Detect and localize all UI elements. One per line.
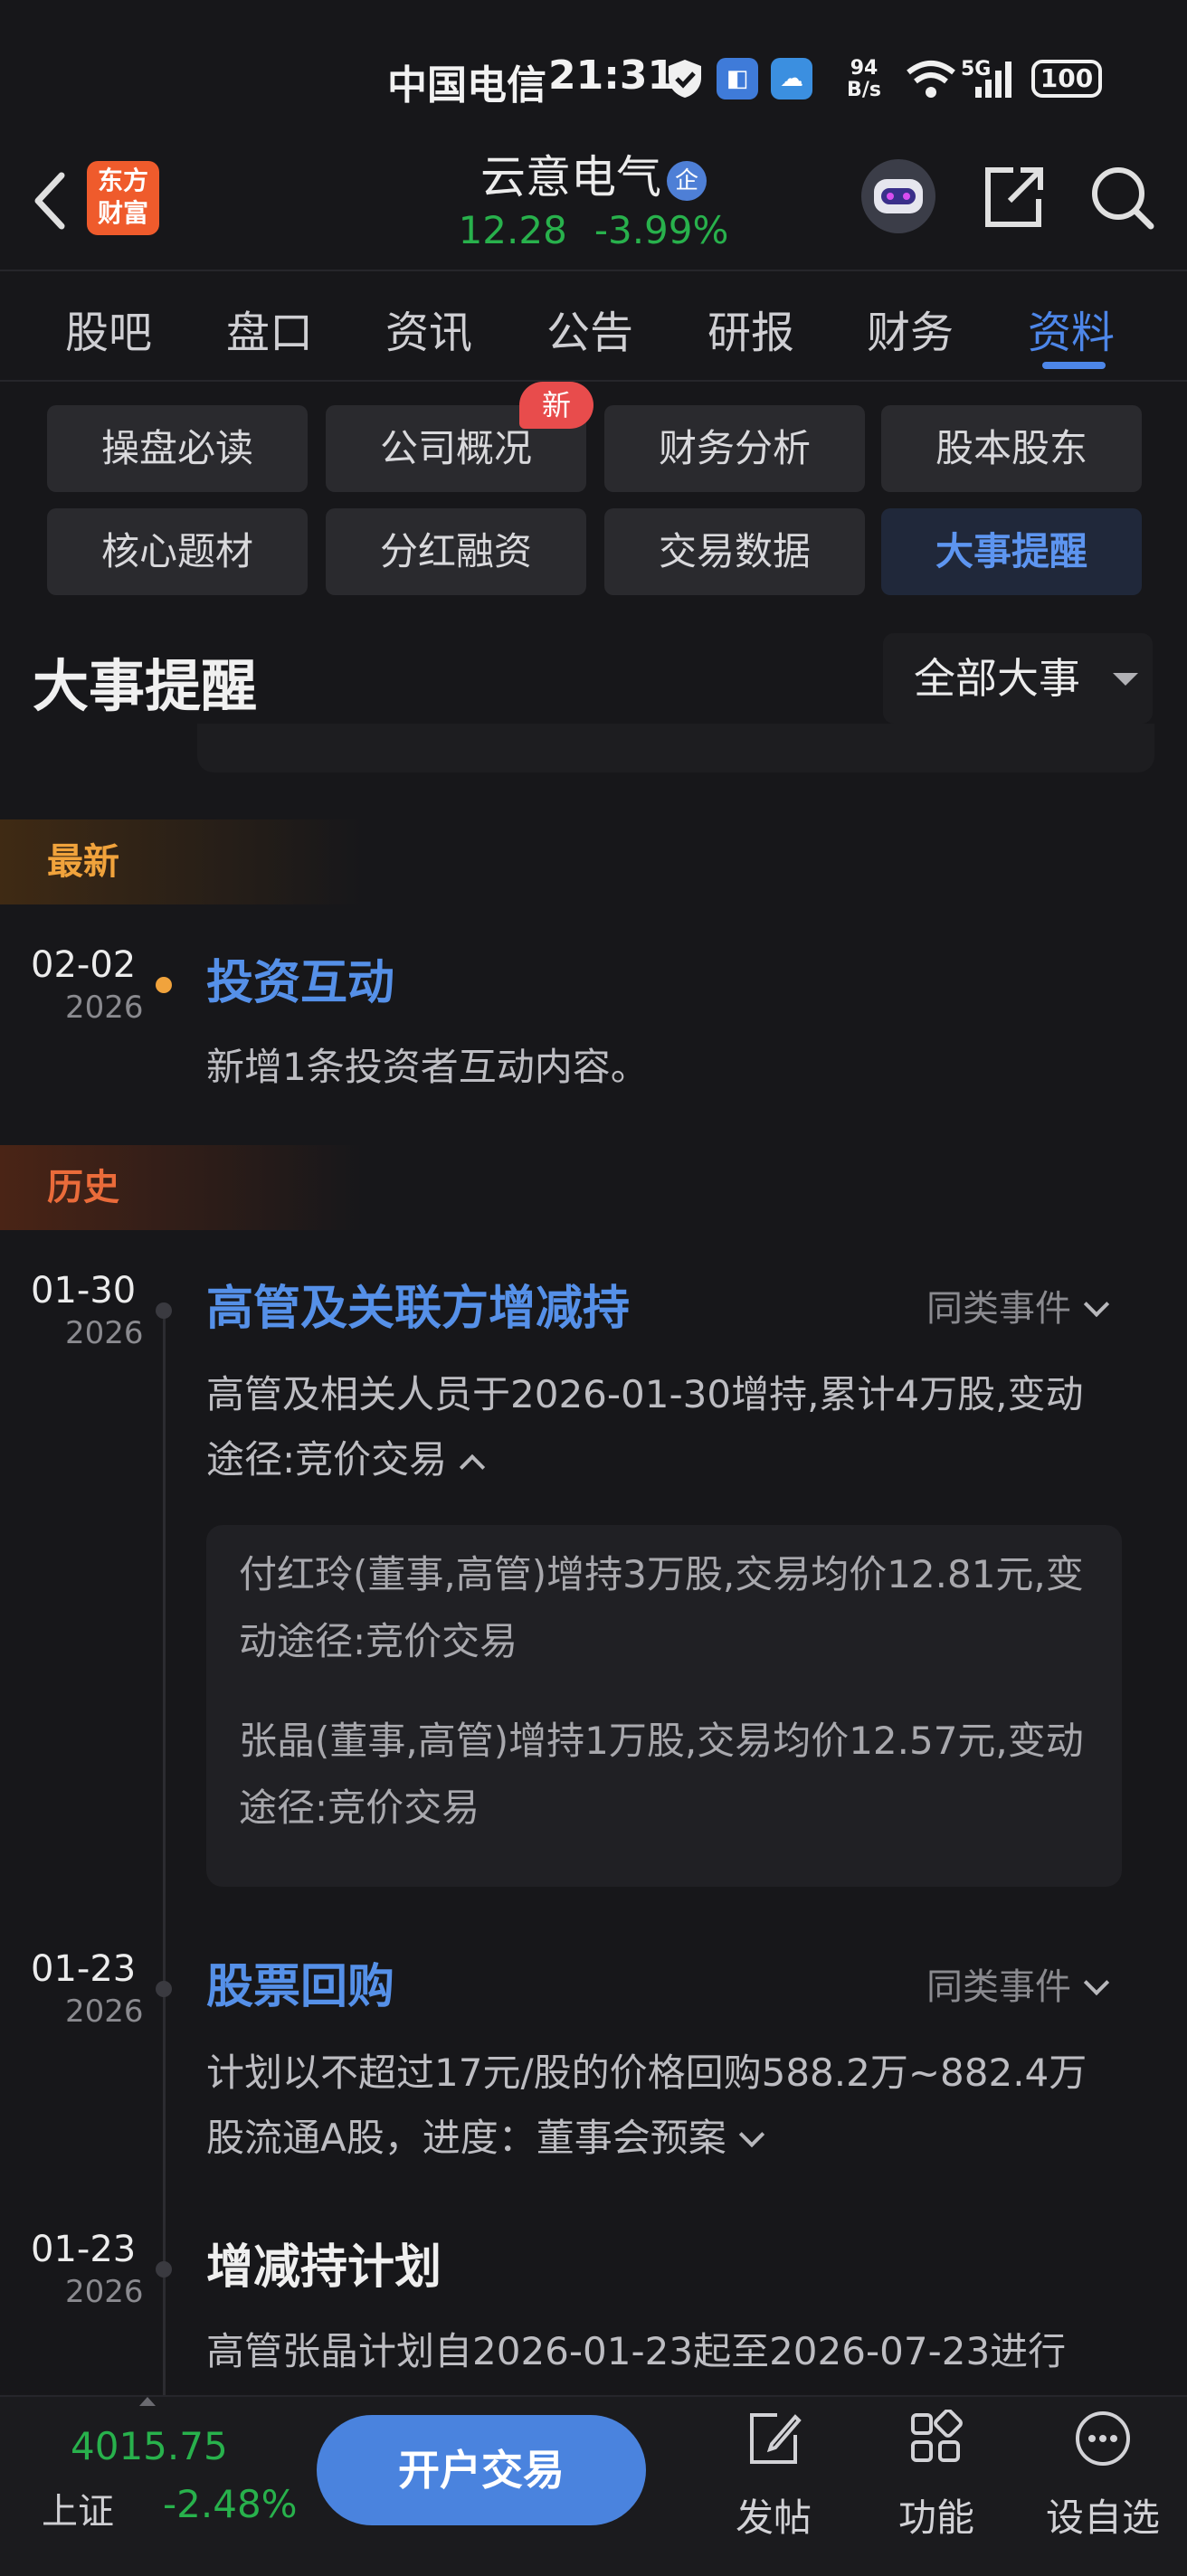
event-filter-dropdown[interactable]: 全部大事 [883, 633, 1153, 724]
collapsed-card [197, 724, 1154, 772]
caret-down-icon [1113, 673, 1138, 686]
event-desc: 新增1条投资者互动内容。 [206, 1045, 649, 1089]
net-speed: 94 B/s [847, 57, 881, 101]
detail-item: 付红玲(董事,高管)增持3万股,交易均价12.81元,变动途径:竞价交易 [239, 1552, 1084, 1663]
event-year: 2026 [65, 1994, 144, 2030]
weather-icon: ☁ [771, 58, 812, 99]
search-icon[interactable] [1086, 161, 1158, 233]
back-arrow-icon[interactable] [24, 165, 78, 237]
index-name[interactable]: 上证 [42, 2482, 114, 2534]
event-desc: 计划以不超过17元/股的价格回购588.2万~882.4万股流通A股，进度：董事… [206, 2050, 1087, 2160]
notification-icons: ◧ ☁ [666, 58, 812, 99]
edit-icon [750, 2413, 802, 2464]
active-tab-indicator [1042, 362, 1106, 369]
event-title[interactable]: 股票回购 [206, 1948, 394, 2016]
event-year: 2026 [65, 990, 144, 1026]
event-year: 2026 [65, 1315, 144, 1351]
chip-core-themes[interactable]: 核心题材 [47, 508, 308, 595]
chip-shareholders[interactable]: 股本股东 [881, 405, 1142, 492]
open-account-trade-button[interactable]: 开户交易 [317, 2415, 646, 2525]
carrier-label: 中国电信 [387, 62, 546, 109]
timeline-dot [156, 1981, 172, 1997]
brand-logo: 东方 财富 [87, 161, 159, 235]
tab-pankou[interactable]: 盘口 [226, 297, 313, 360]
event-date: 01-23 [31, 2229, 137, 2270]
chevron-up-icon[interactable] [460, 1454, 486, 1481]
stock-quote: 12.28 -3.99% [398, 208, 789, 252]
stock-price: 12.28 [458, 208, 567, 252]
shield-icon [669, 60, 701, 98]
event-detail-card: 付红玲(董事,高管)增持3万股,交易均价12.81元,变动途径:竞价交易 张晶(… [206, 1525, 1122, 1887]
timeline-dot [156, 2261, 172, 2278]
tab-research[interactable]: 研报 [707, 297, 794, 360]
stock-title: 云意电气企 [398, 141, 789, 206]
status-bar: 中国电信 21:31 ◧ ☁ 94 B/s 5G 100 [0, 0, 1187, 154]
chevron-down-icon[interactable] [738, 2121, 764, 2148]
timeline-line [163, 1304, 166, 2408]
new-badge: 新 [519, 382, 594, 429]
event-desc: 高管张晶计划自2026-01-23起至2026-07-23进行 [206, 2329, 1067, 2373]
grid-icon [911, 2409, 963, 2462]
chip-dividends[interactable]: 分红融资 [326, 508, 586, 595]
tab-news[interactable]: 资讯 [385, 297, 472, 360]
event-title[interactable]: 增减持计划 [206, 2229, 442, 2297]
clock: 21:31 [548, 52, 676, 99]
tab-guba[interactable]: 股吧 [65, 297, 152, 360]
stock-change: -3.99% [594, 208, 729, 252]
event-desc: 高管及相关人员于2026-01-30增持,累计4万股,变动途径:竞价交易 [206, 1372, 1084, 1482]
tab-bar: 股吧 盘口 资讯 公告 研报 财务 资料 [0, 271, 1187, 380]
signal-bars-icon [975, 62, 1011, 98]
event-date: 01-23 [31, 1948, 137, 1990]
event-title[interactable]: 投资互动 [206, 944, 394, 1012]
function-button[interactable]: 功能 [869, 2409, 1004, 2543]
similar-events-toggle[interactable]: 同类事件 [926, 1279, 1110, 1331]
share-icon[interactable] [977, 161, 1049, 233]
chevron-down-icon [1083, 1291, 1110, 1318]
index-change[interactable]: -2.48% [163, 2482, 298, 2526]
event-title[interactable]: 高管及关联方增减持 [206, 1270, 630, 1338]
app-notification-icon: ◧ [717, 58, 758, 99]
post-button[interactable]: 发帖 [706, 2410, 841, 2543]
tab-announcement[interactable]: 公告 [546, 297, 633, 360]
chip-trading-guide[interactable]: 操盘必读 [47, 405, 308, 492]
timeline-dot [156, 1302, 172, 1319]
chip-trading-data[interactable]: 交易数据 [604, 508, 865, 595]
battery-icon: 100 [1031, 60, 1102, 98]
group-latest-label: 最新 [0, 819, 362, 904]
wifi-icon [907, 61, 955, 98]
group-history-label: 历史 [0, 1145, 362, 1230]
add-watchlist-button[interactable]: 设自选 [1035, 2410, 1171, 2543]
event-date: 02-02 [31, 944, 137, 986]
chip-financial-analysis[interactable]: 财务分析 [604, 405, 865, 492]
chip-major-events[interactable]: 大事提醒 [881, 508, 1142, 595]
event-date: 01-30 [31, 1270, 137, 1312]
index-value[interactable]: 4015.75 [71, 2424, 228, 2468]
event-year: 2026 [65, 2274, 144, 2310]
chevron-down-icon [1083, 1969, 1110, 1996]
divider [0, 380, 1187, 382]
more-dots-icon [1076, 2411, 1130, 2466]
section-title: 大事提醒 [33, 653, 258, 719]
detail-item: 张晶(董事,高管)增持1万股,交易均价12.57元,变动途径:竞价交易 [239, 1719, 1084, 1830]
tab-finance[interactable]: 财务 [867, 297, 954, 360]
expand-handle-icon[interactable] [139, 2397, 156, 2406]
assistant-robot-icon[interactable] [861, 159, 935, 233]
similar-events-toggle[interactable]: 同类事件 [926, 1957, 1110, 2010]
timeline-dot [156, 977, 172, 993]
verified-badge: 企 [667, 160, 707, 201]
tab-profile[interactable]: 资料 [1028, 297, 1115, 360]
